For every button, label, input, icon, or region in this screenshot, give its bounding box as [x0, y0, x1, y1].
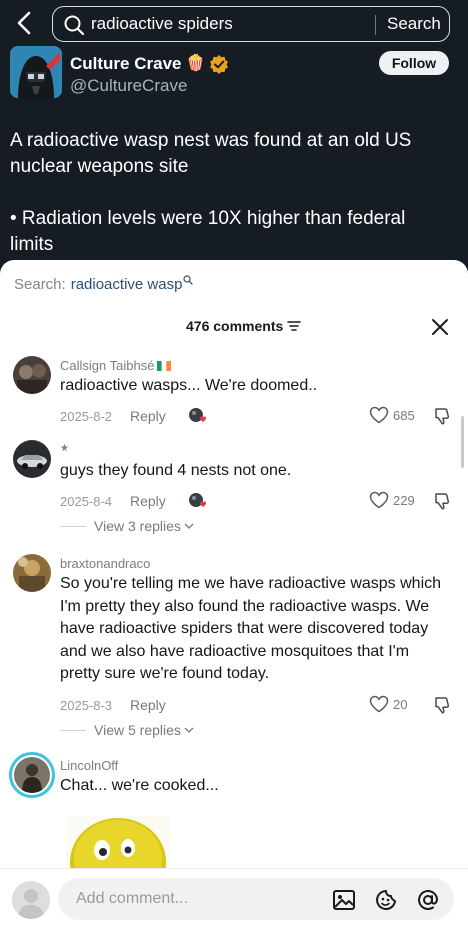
- search-button[interactable]: Search: [387, 14, 441, 34]
- comment-input[interactable]: Add comment...: [58, 878, 454, 920]
- reply-button[interactable]: Reply: [130, 493, 166, 509]
- view-replies-label: View 5 replies: [94, 722, 181, 738]
- comment-date: 2025-8-2: [60, 408, 113, 424]
- reply-button[interactable]: Reply: [130, 697, 166, 713]
- comments-count: 476 comments: [186, 318, 284, 334]
- comment-username-row: Callsign Taibhsé: [60, 358, 172, 373]
- search-icon: [64, 15, 85, 36]
- avatar[interactable]: [13, 440, 51, 478]
- reply-button[interactable]: Reply: [130, 408, 166, 424]
- search-icon: [183, 275, 194, 285]
- like-button[interactable]: 685: [369, 406, 415, 424]
- avatar: [12, 881, 50, 919]
- avatar[interactable]: [9, 752, 55, 798]
- avatar[interactable]: [13, 356, 51, 394]
- replies-line: [60, 729, 86, 731]
- comment-username[interactable]: ★: [60, 443, 69, 454]
- post-author-avatar[interactable]: [10, 46, 62, 98]
- verified-badge-icon: [210, 55, 229, 74]
- view-replies-button[interactable]: View 3 replies: [60, 518, 195, 534]
- search-field[interactable]: radioactive spiders Search: [52, 6, 450, 42]
- image-icon[interactable]: [332, 888, 356, 912]
- comment-composer: Add comment...: [0, 868, 468, 950]
- creator-liked-badge: [188, 407, 208, 425]
- replies-line: [60, 525, 86, 527]
- back-button[interactable]: [12, 9, 38, 37]
- comments-sheet: Search: radioactive wasp 476 comments Ca…: [0, 260, 468, 950]
- related-search-prefix: Search:: [14, 276, 66, 293]
- like-count: 20: [393, 696, 408, 712]
- post-text-line: • Radiation levels were 10X higher than …: [10, 208, 406, 255]
- filter-icon: [287, 321, 302, 331]
- comment-username-row: LincolnOff: [60, 758, 118, 773]
- chevron-down-icon: [184, 523, 194, 529]
- scrollbar[interactable]: [461, 416, 464, 468]
- post-body: A radioactive wasp nest was found at an …: [10, 128, 450, 258]
- comment-username-row: braxtonandraco: [60, 556, 150, 571]
- like-button[interactable]: 20: [369, 695, 407, 713]
- irish-flag-icon: [157, 360, 172, 371]
- comment-date: 2025-8-4: [60, 493, 113, 509]
- popcorn-emoji: 🍿: [185, 55, 206, 72]
- comment-text: So you're telling me we have radioactive…: [60, 575, 442, 682]
- creator-liked-badge: [188, 492, 208, 510]
- search-divider: [375, 15, 376, 35]
- comment-text: guys they found 4 nests not one.: [60, 462, 292, 479]
- like-button[interactable]: 229: [369, 491, 415, 509]
- like-count: 229: [393, 492, 415, 508]
- dislike-icon[interactable]: [432, 695, 452, 715]
- view-replies-button[interactable]: View 5 replies: [60, 722, 195, 738]
- view-replies-label: View 3 replies: [94, 518, 181, 534]
- post-author-name[interactable]: Culture Crave: [70, 54, 181, 74]
- follow-button[interactable]: Follow: [379, 51, 449, 75]
- emoji-sticker: [66, 816, 170, 876]
- post-author-handle: @CultureCrave: [70, 76, 188, 95]
- back-arrow-icon: [17, 11, 31, 35]
- comment-username-row: ★: [60, 443, 69, 454]
- chevron-down-icon: [184, 727, 194, 733]
- close-icon[interactable]: [430, 317, 450, 337]
- comment-username[interactable]: braxtonandraco: [60, 556, 150, 571]
- heart-icon: [369, 406, 389, 424]
- dislike-icon[interactable]: [432, 406, 452, 426]
- related-search-link[interactable]: radioactive wasp: [71, 276, 183, 293]
- comment-username[interactable]: Callsign Taibhsé: [60, 358, 154, 373]
- comments-header[interactable]: 476 comments: [186, 318, 302, 334]
- comment-placeholder: Add comment...: [76, 890, 189, 907]
- comment-meta: 2025-8-4 Reply: [60, 490, 208, 512]
- comment-text: Chat... we're cooked...: [60, 777, 219, 794]
- related-search: Search: radioactive wasp: [14, 275, 194, 293]
- avatar[interactable]: [13, 554, 51, 592]
- comment-text: radioactive wasps... We're doomed..: [60, 377, 318, 394]
- dislike-icon[interactable]: [432, 491, 452, 511]
- comment-meta: 2025-8-2 Reply: [60, 405, 208, 427]
- heart-icon: [369, 491, 389, 509]
- comment-username[interactable]: LincolnOff: [60, 758, 118, 773]
- search-bar: radioactive spiders Search: [0, 0, 468, 48]
- mention-icon[interactable]: [416, 888, 440, 912]
- post-text-line: A radioactive wasp nest was found at an …: [10, 130, 412, 177]
- post-author-row: Culture Crave 🍿: [70, 53, 229, 75]
- comment-meta: 2025-8-3 Reply: [60, 694, 188, 716]
- emoji-icon[interactable]: [374, 888, 398, 912]
- comment-date: 2025-8-3: [60, 697, 113, 713]
- search-query[interactable]: radioactive spiders: [91, 14, 233, 34]
- like-count: 685: [393, 407, 415, 423]
- heart-icon: [369, 695, 389, 713]
